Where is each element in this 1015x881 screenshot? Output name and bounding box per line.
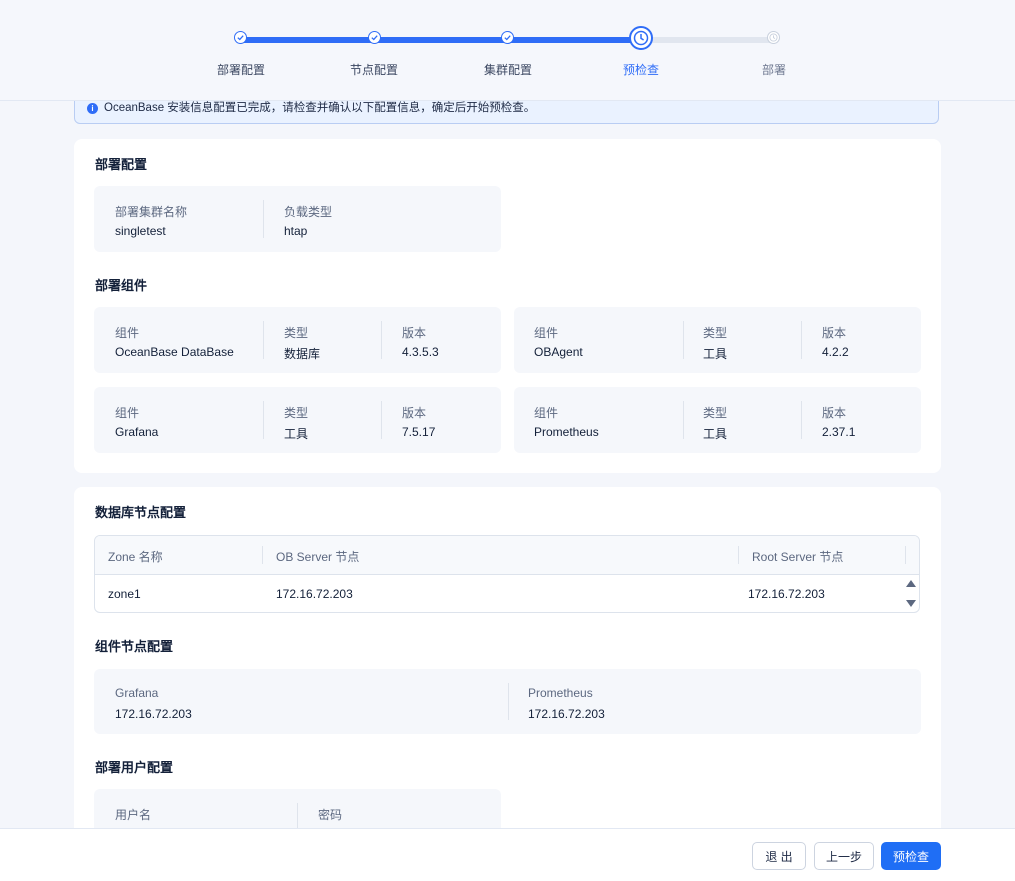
type-label: 类型 (703, 326, 728, 340)
column-header-ob-server: OB Server 节点 (276, 550, 360, 564)
stepper-progress-done (241, 37, 641, 43)
column-header-zone: Zone 名称 (108, 550, 163, 564)
type-label: 类型 (703, 406, 728, 420)
divider (738, 546, 739, 564)
deploy-config-card: 部署配置 部署集群名称 singletest 负载类型 htap 部署组件 组件… (74, 139, 941, 473)
username-label: 用户名 (115, 808, 152, 822)
component-card: 组件 Grafana 类型工具 版本 7.5.17 (94, 387, 501, 453)
component-label: 组件 (534, 326, 559, 340)
version-label: 版本 (402, 326, 427, 340)
info-icon: i (87, 103, 98, 114)
grafana-node-label: Grafana (115, 686, 159, 700)
version-label: 版本 (402, 406, 427, 420)
divider (801, 401, 802, 439)
precheck-button[interactable]: 预检查 (881, 842, 941, 870)
component-name: Grafana (115, 425, 159, 439)
step-3-label: 集群配置 (483, 63, 533, 77)
root-server-cell: 172.16.72.203 (748, 587, 825, 601)
prometheus-node-ip: 172.16.72.203 (528, 707, 605, 721)
node-config-card: 数据库节点配置 Zone 名称 OB Server 节点 Root Server… (74, 487, 941, 855)
divider (381, 321, 382, 359)
type-label: 类型 (284, 406, 309, 420)
component-nodes-box: Grafana 172.16.72.203 Prometheus 172.16.… (94, 669, 921, 734)
step-4-clock-icon (629, 26, 653, 50)
footer-bar: 退 出 上一步 预检查 (0, 828, 1015, 881)
component-version: 7.5.17 (402, 425, 436, 439)
divider (801, 321, 802, 359)
divider (381, 401, 382, 439)
component-card: 组件 Prometheus 类型工具 版本 2.37.1 (514, 387, 921, 453)
step-5-label: 部署 (761, 63, 787, 77)
version-label: 版本 (822, 326, 847, 340)
divider (905, 546, 906, 564)
step-5-clock-icon (767, 31, 780, 44)
component-card: 组件 OBAgent 类型工具 版本 4.2.2 (514, 307, 921, 373)
divider (263, 401, 264, 439)
component-version: 2.37.1 (822, 425, 856, 439)
load-type-label: 负载类型 (284, 205, 333, 219)
component-label: 组件 (534, 406, 559, 420)
deploy-stepper: 部署配置 节点配置 集群配置 预检查 部署 (0, 0, 1015, 101)
cluster-name-value: singletest (115, 224, 166, 238)
component-label: 组件 (115, 406, 140, 420)
ob-server-cell: 172.16.72.203 (276, 587, 353, 601)
divider (263, 200, 264, 238)
component-type: 数据库 (284, 347, 321, 361)
cluster-name-label: 部署集群名称 (115, 205, 188, 219)
components-title: 部署组件 (95, 278, 148, 293)
component-nodes-title: 组件节点配置 (95, 639, 174, 654)
divider (508, 683, 509, 720)
version-label: 版本 (822, 406, 847, 420)
zone-cell: zone1 (108, 587, 141, 601)
step-3-check-icon (501, 31, 514, 44)
user-config-title: 部署用户配置 (95, 760, 174, 775)
grafana-node-ip: 172.16.72.203 (115, 707, 192, 721)
step-1-label: 部署配置 (216, 63, 266, 77)
password-label: 密码 (318, 808, 343, 822)
component-version: 4.3.5.3 (402, 345, 439, 359)
deploy-config-box: 部署集群名称 singletest 负载类型 htap (94, 186, 501, 252)
step-4-label: 预检查 (622, 63, 660, 77)
divider (683, 401, 684, 439)
divider (263, 321, 264, 359)
column-header-root-server: Root Server 节点 (752, 550, 844, 564)
component-type: 工具 (284, 427, 309, 441)
step-2-label: 节点配置 (349, 63, 399, 77)
component-type: 工具 (703, 427, 728, 441)
deploy-config-title: 部署配置 (95, 157, 148, 172)
step-2-check-icon (368, 31, 381, 44)
notice-text: OceanBase 安装信息配置已完成，请检查并确认以下配置信息，确定后开始预检… (104, 102, 536, 114)
component-card: 组件 OceanBase DataBase 类型数据库 版本 4.3.5.3 (94, 307, 501, 373)
scroll-down-arrow-icon[interactable] (906, 600, 916, 607)
prev-step-button[interactable]: 上一步 (814, 842, 874, 870)
table-header: Zone 名称 OB Server 节点 Root Server 节点 (95, 536, 919, 575)
load-type-value: htap (284, 224, 308, 238)
divider (262, 546, 263, 564)
scroll-up-arrow-icon[interactable] (906, 580, 916, 587)
component-type: 工具 (703, 347, 728, 361)
component-label: 组件 (115, 326, 140, 340)
prometheus-node-label: Prometheus (528, 686, 593, 700)
component-name: OceanBase DataBase (115, 345, 234, 359)
stepper-progress-todo (641, 37, 774, 43)
component-version: 4.2.2 (822, 345, 849, 359)
step-1-check-icon (234, 31, 247, 44)
component-name: OBAgent (534, 345, 583, 359)
exit-button[interactable]: 退 出 (752, 842, 806, 870)
divider (683, 321, 684, 359)
db-nodes-title: 数据库节点配置 (95, 505, 187, 520)
db-nodes-table: Zone 名称 OB Server 节点 Root Server 节点 zone… (94, 535, 920, 613)
type-label: 类型 (284, 326, 309, 340)
component-name: Prometheus (534, 425, 599, 439)
